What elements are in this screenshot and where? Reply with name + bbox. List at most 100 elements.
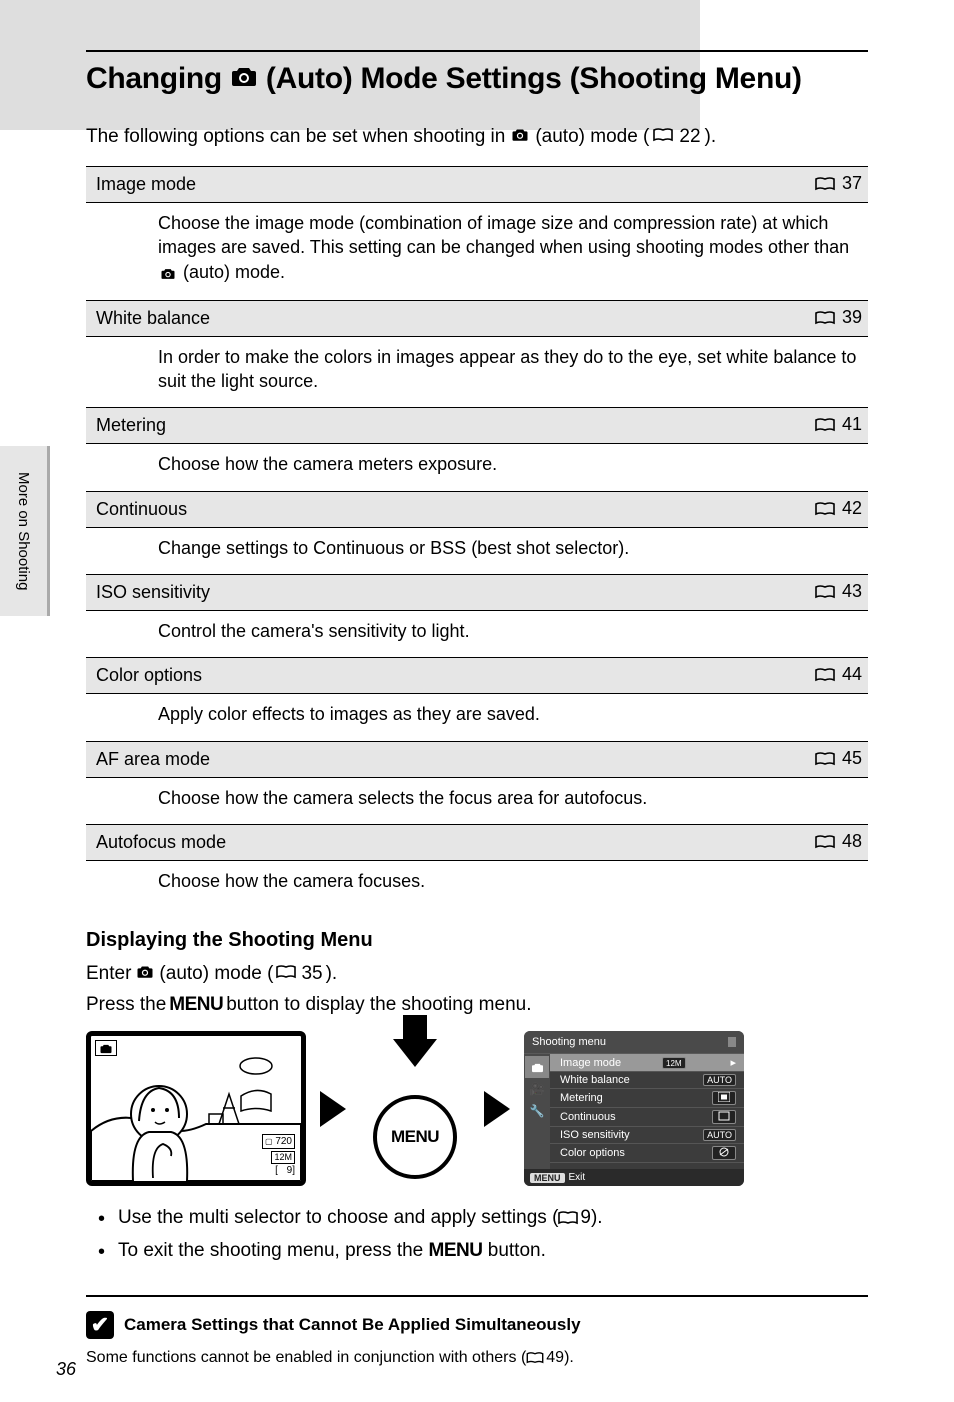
scrollbar-icon: [728, 1037, 736, 1047]
menu-button-diagram: MENU: [360, 1031, 470, 1186]
option-name: White balance: [86, 300, 632, 336]
menu-item-label: White balance: [560, 1074, 630, 1086]
menu-item-value: AUTO: [703, 1129, 736, 1141]
option-name: ISO sensitivity: [86, 575, 632, 611]
option-header: Metering 41: [86, 408, 868, 444]
press-line: Press the MENU button to display the sho…: [86, 991, 868, 1020]
camera-icon: [136, 960, 154, 989]
option-header: ISO sensitivity 43: [86, 575, 868, 611]
menu-item-value-icon: 12M: [662, 1057, 686, 1069]
book-icon: [815, 309, 835, 330]
menu-exit-btn-icon: MENU: [530, 1173, 565, 1183]
option-page-ref: 44: [632, 658, 868, 694]
menu-item-label: Metering: [560, 1092, 603, 1104]
option-description: Control the camera's sensitivity to ligh…: [86, 611, 868, 658]
book-icon: [815, 750, 835, 771]
camera-icon: [230, 62, 258, 96]
lcd-info: ▢ 720 12M [ 9]: [262, 1134, 295, 1178]
list-item: Use the multi selector to choose and app…: [98, 1204, 868, 1235]
menu-text-icon: MENU: [169, 991, 223, 1020]
camera-icon: [160, 262, 176, 286]
option-header: Color options 44: [86, 658, 868, 694]
arrow-right-icon: [320, 1091, 346, 1127]
side-tab: More on Shooting: [0, 446, 50, 616]
note-title: ✔ Camera Settings that Cannot Be Applied…: [86, 1311, 868, 1339]
intro-text: The following options can be set when sh…: [86, 126, 868, 148]
page-title: Changing (Auto) Mode Settings (Shooting …: [86, 50, 868, 96]
option-name: Color options: [86, 658, 632, 694]
book-icon: [815, 500, 835, 521]
book-icon: [526, 1349, 544, 1371]
bullet-list: Use the multi selector to choose and app…: [98, 1204, 868, 1265]
diagram-row: ▢ 720 12M [ 9] MENU Shooting menu 🎥 🔧: [86, 1031, 868, 1186]
menu-screen-title: Shooting menu: [524, 1031, 744, 1054]
option-name: Image mode: [86, 167, 632, 203]
menu-item: Continuous: [550, 1108, 744, 1127]
menu-item-value-icon: [712, 1091, 736, 1105]
book-icon: [815, 666, 835, 687]
camera-icon: [525, 1056, 549, 1078]
menu-item-label: Image mode: [560, 1057, 621, 1069]
note-box: ✔ Camera Settings that Cannot Be Applied…: [86, 1295, 868, 1371]
options-table: Image mode 37Choose the image mode (comb…: [86, 166, 868, 907]
option-name: AF area mode: [86, 741, 632, 777]
menu-item-value-icon: [712, 1146, 736, 1160]
option-page-ref: 41: [632, 408, 868, 444]
book-icon: [276, 960, 296, 989]
option-page-ref: 43: [632, 575, 868, 611]
option-page-ref: 37: [632, 167, 868, 203]
enter-line: Enter (auto) mode (35).: [86, 960, 868, 989]
book-icon: [558, 1206, 578, 1235]
option-name: Metering: [86, 408, 632, 444]
lcd-preview: ▢ 720 12M [ 9]: [86, 1031, 306, 1186]
option-description: In order to make the colors in images ap…: [86, 336, 868, 408]
book-icon: [653, 126, 673, 148]
option-name: Autofocus mode: [86, 824, 632, 860]
option-description: Apply color effects to images as they ar…: [86, 694, 868, 741]
option-header: Continuous 42: [86, 491, 868, 527]
option-page-ref: 42: [632, 491, 868, 527]
wrench-icon: 🔧: [525, 1100, 549, 1122]
menu-list: Image mode 12M ▸ White balance AUTO Metering C…: [550, 1054, 744, 1169]
menu-item-label: ISO sensitivity: [560, 1129, 630, 1141]
menu-side-tabs: 🎥 🔧: [524, 1054, 550, 1169]
option-page-ref: 45: [632, 741, 868, 777]
book-icon: [815, 416, 835, 437]
menu-item-label: Continuous: [560, 1111, 616, 1123]
check-icon: ✔: [86, 1311, 114, 1339]
menu-screen: Shooting menu 🎥 🔧 Image mode 12M ▸ White ba…: [524, 1031, 744, 1186]
video-icon: 🎥: [525, 1078, 549, 1100]
option-description: Choose how the camera meters exposure.: [86, 444, 868, 491]
title-prefix: Changing: [86, 62, 222, 96]
menu-item-value-icon: [712, 1110, 736, 1124]
menu-item: ISO sensitivity AUTO: [550, 1127, 744, 1144]
option-header: Autofocus mode 48: [86, 824, 868, 860]
option-description: Change settings to Continuous or BSS (be…: [86, 527, 868, 574]
option-page-ref: 39: [632, 300, 868, 336]
side-tab-label: More on Shooting: [15, 472, 32, 590]
book-icon: [815, 175, 835, 196]
option-header: AF area mode 45: [86, 741, 868, 777]
menu-item: Metering: [550, 1089, 744, 1108]
list-item: To exit the shooting menu, press the MEN…: [98, 1237, 868, 1266]
book-icon: [815, 583, 835, 604]
option-description: Choose how the camera focuses.: [86, 860, 868, 907]
menu-item-value: AUTO: [703, 1074, 736, 1086]
option-description: Choose how the camera selects the focus …: [86, 777, 868, 824]
arrow-down-icon: [393, 1039, 437, 1067]
arrow-right-icon: [484, 1091, 510, 1127]
menu-item: White balance AUTO: [550, 1072, 744, 1089]
menu-item: Image mode 12M ▸: [550, 1054, 744, 1072]
book-icon: [815, 833, 835, 854]
option-description: Choose the image mode (combination of im…: [86, 203, 868, 301]
chevron-right-icon: ▸: [730, 1056, 736, 1069]
option-page-ref: 48: [632, 824, 868, 860]
title-suffix: (Auto) Mode Settings (Shooting Menu): [266, 62, 802, 96]
note-body: Some functions cannot be enabled in conj…: [86, 1347, 868, 1371]
option-header: White balance 39: [86, 300, 868, 336]
menu-button-icon: MENU: [373, 1095, 457, 1179]
option-name: Continuous: [86, 491, 632, 527]
menu-item: Color options: [550, 1144, 744, 1163]
menu-text-icon: MENU: [429, 1240, 483, 1261]
page-number: 36: [56, 1359, 76, 1380]
